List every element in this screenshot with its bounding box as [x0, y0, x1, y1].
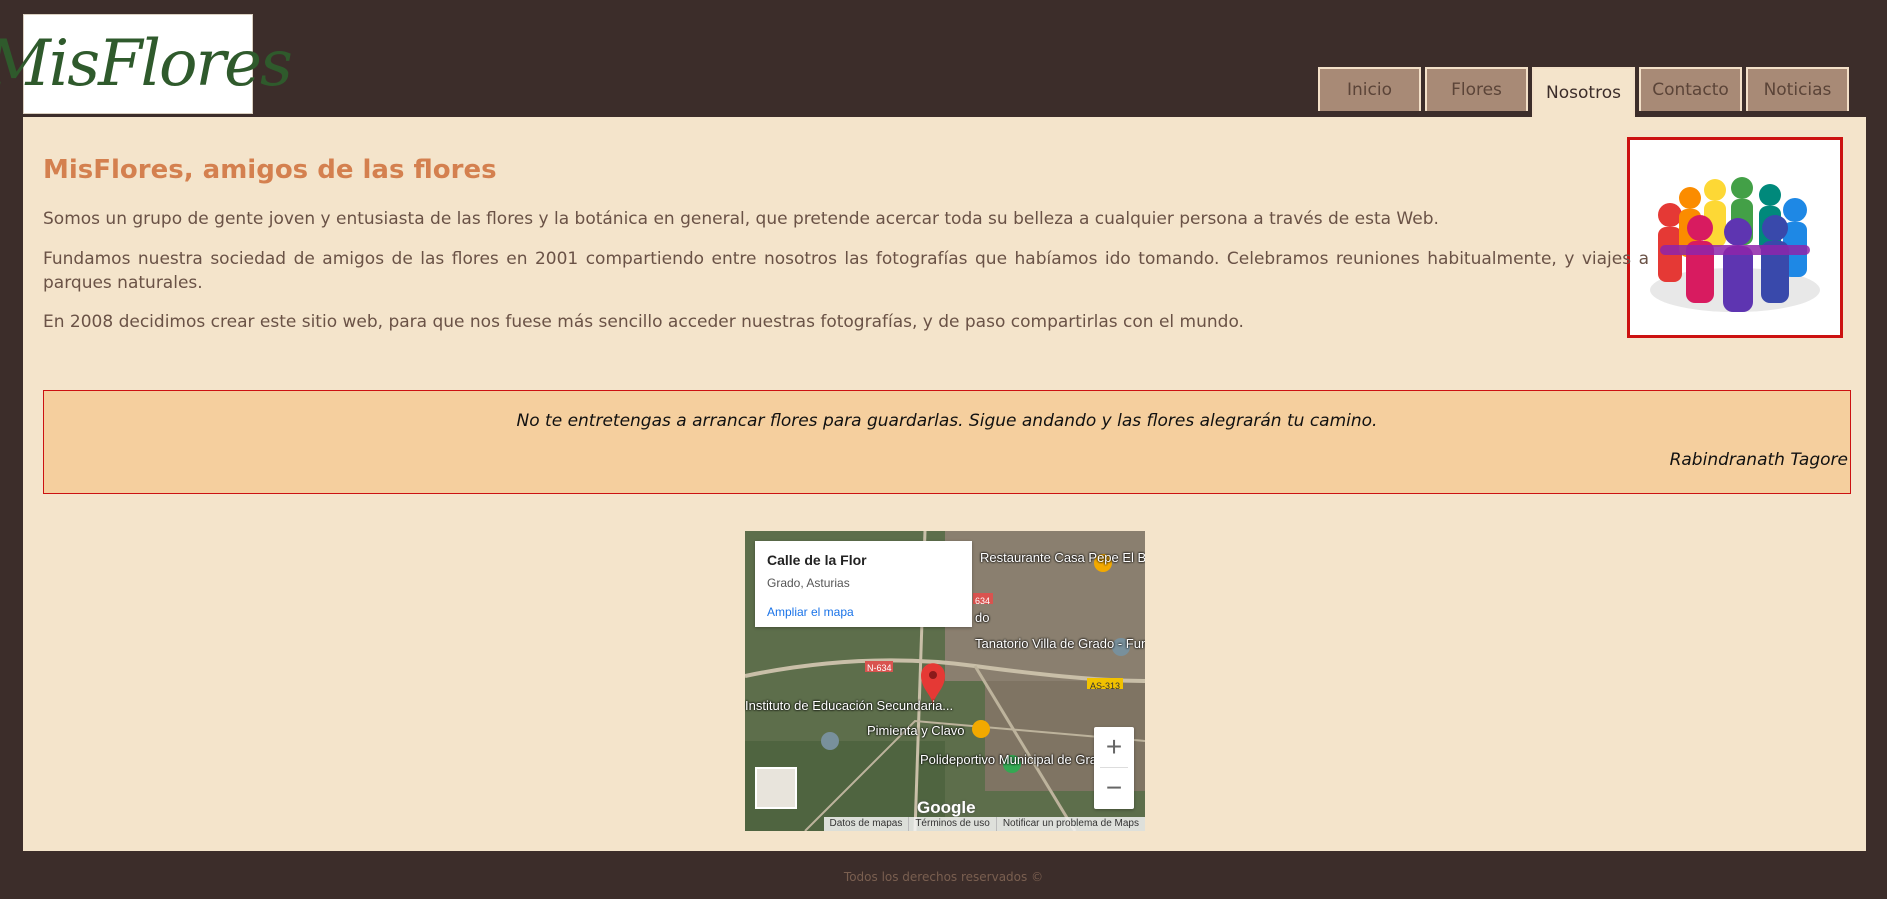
map-road-n634: N-634 [867, 663, 892, 673]
intro-paragraph-1: Somos un grupo de gente joven y entusias… [43, 209, 1439, 229]
team-image [1627, 137, 1843, 338]
intro-paragraph-2: Fundamos nuestra sociedad de amigos de l… [43, 249, 1649, 293]
zoom-in-button[interactable]: + [1094, 727, 1134, 767]
map-road-as313: AS-313 [1090, 681, 1121, 691]
map-info-card: Calle de la Flor Grado, Asturias Ampliar… [755, 541, 972, 627]
google-logo: Google [917, 798, 976, 817]
main-content: MisFlores, amigos de las flores Somos un… [23, 117, 1866, 851]
tab-flores[interactable]: Flores [1425, 67, 1528, 111]
tab-inicio[interactable]: Inicio [1318, 67, 1421, 111]
map-zoom-control: + − [1094, 727, 1134, 809]
intro-paragraph-3: En 2008 decidimos crear este sitio web, … [43, 312, 1244, 332]
page-title: MisFlores, amigos de las flores [43, 155, 497, 185]
map-label-school: Instituto de Educación Secundaria... [745, 698, 954, 713]
quote-box: No te entretengas a arrancar flores para… [43, 390, 1851, 494]
map-label-sports: Polideportivo Municipal de Grado [920, 752, 1112, 767]
map-label-restaurant: Restaurante Casa Pepe El Bueno [980, 550, 1145, 565]
footer: Todos los derechos reservados © [0, 870, 1887, 884]
tab-contacto[interactable]: Contacto [1639, 67, 1742, 111]
zoom-out-button[interactable]: − [1094, 768, 1134, 808]
quote-author: Rabindranath Tagore [1669, 450, 1848, 470]
embedded-map[interactable]: Restaurante Casa Pepe El Bueno Tanatorio… [745, 531, 1145, 831]
map-road-634: 634 [975, 596, 991, 606]
team-circle-image [1650, 177, 1820, 312]
map-report-link[interactable]: Notificar un problema de Maps [995, 817, 1145, 831]
logo-text: MisFlores [0, 27, 293, 101]
footer-text: Todos los derechos reservados © [843, 870, 1044, 884]
quote-text: No te entretengas a arrancar flores para… [516, 411, 1378, 431]
map-enlarge-link[interactable]: Ampliar el mapa [767, 605, 854, 619]
map-layer-button[interactable] [755, 767, 797, 809]
map-attribution: Datos de mapas Términos de uso Notificar… [823, 817, 1145, 831]
map-label-funeral: Tanatorio Villa de Grado - Funeraria San… [975, 636, 1145, 651]
site-logo[interactable]: MisFlores [0, 14, 293, 114]
map-data-link[interactable]: Datos de mapas [824, 817, 909, 831]
map-place-title: Calle de la Flor [767, 552, 867, 568]
map-place-subtitle: Grado, Asturias [767, 576, 850, 590]
main-nav: Inicio Flores Nosotros Contacto Noticias [1318, 67, 1849, 117]
tab-nosotros[interactable]: Nosotros [1532, 67, 1635, 117]
map-label-pimienta: Pimienta y Clavo [867, 723, 965, 738]
map-terms-link[interactable]: Términos de uso [908, 817, 995, 831]
tab-noticias[interactable]: Noticias [1746, 67, 1849, 111]
map-label-town: do [975, 610, 990, 625]
